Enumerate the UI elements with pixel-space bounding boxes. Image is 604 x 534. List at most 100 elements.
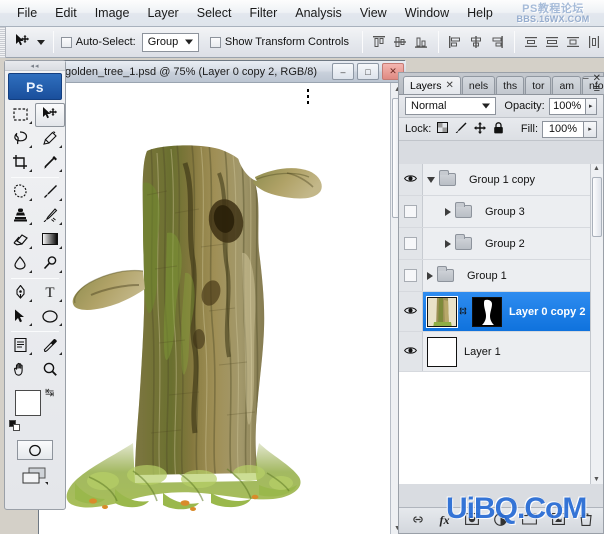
- link-mask-icon[interactable]: [459, 305, 467, 319]
- tool-blur[interactable]: [5, 252, 35, 276]
- scroll-down-arrow-icon[interactable]: ▼: [593, 476, 600, 483]
- menu-analysis[interactable]: Analysis: [286, 3, 351, 23]
- fill-value[interactable]: 100%: [542, 121, 584, 138]
- menu-filter[interactable]: Filter: [240, 3, 286, 23]
- align-left-edges-button[interactable]: [446, 33, 465, 52]
- group-expand-toggle[interactable]: [427, 177, 435, 183]
- tool-pen[interactable]: [5, 281, 35, 305]
- auto-select-dropdown[interactable]: Group: [142, 33, 199, 52]
- new-layer-button[interactable]: [552, 513, 565, 528]
- tool-horizontal-type[interactable]: T: [35, 281, 65, 305]
- layer-visibility-toggle[interactable]: [399, 332, 423, 371]
- opacity-value[interactable]: 100%: [549, 98, 586, 115]
- layer-visibility-toggle[interactable]: [399, 196, 423, 227]
- scroll-up-arrow-icon[interactable]: ▲: [593, 165, 600, 172]
- tool-dodge[interactable]: [35, 252, 65, 276]
- tab-channels[interactable]: nels: [462, 76, 495, 94]
- group-expand-toggle[interactable]: [445, 240, 451, 248]
- tool-crop[interactable]: [5, 151, 35, 175]
- close-icon[interactable]: ✕: [446, 80, 454, 91]
- align-right-edges-button[interactable]: [488, 33, 507, 52]
- tool-move[interactable]: [35, 103, 65, 127]
- new-group-button[interactable]: [522, 513, 537, 528]
- menu-file[interactable]: File: [8, 3, 46, 23]
- align-horizontal-centers-button[interactable]: [467, 33, 486, 52]
- tool-clone-stamp[interactable]: [5, 204, 35, 228]
- layer-row[interactable]: Group 2: [399, 228, 603, 260]
- group-expand-toggle[interactable]: [445, 208, 451, 216]
- lock-transparent-pixels-icon[interactable]: [437, 122, 448, 136]
- default-colors-icon[interactable]: [9, 420, 21, 432]
- menu-layer[interactable]: Layer: [138, 3, 187, 23]
- layer-list-scrollbar-thumb[interactable]: [592, 177, 602, 237]
- group-expand-toggle[interactable]: [427, 272, 433, 280]
- align-vertical-centers-button[interactable]: [391, 33, 410, 52]
- tab-layers[interactable]: Layers ✕: [403, 76, 461, 94]
- layer-visibility-toggle[interactable]: [399, 260, 423, 291]
- tool-notes[interactable]: [5, 334, 35, 358]
- tool-zoom[interactable]: [35, 358, 65, 382]
- layer-visibility-toggle[interactable]: [399, 292, 423, 331]
- maximize-button[interactable]: □: [357, 63, 379, 80]
- menu-view[interactable]: View: [351, 3, 396, 23]
- link-layers-button[interactable]: [411, 514, 425, 528]
- lock-all-icon[interactable]: [493, 122, 504, 137]
- layer-list-scrollbar[interactable]: ▲ ▼: [590, 164, 603, 484]
- current-tool-preview[interactable]: [6, 27, 36, 58]
- tab-paths[interactable]: ths: [496, 76, 524, 94]
- distribute-top-edges-button[interactable]: [522, 33, 541, 52]
- add-layer-mask-button[interactable]: [465, 513, 479, 528]
- show-transform-controls-checkbox[interactable]: [210, 37, 221, 48]
- auto-select-checkbox[interactable]: [61, 37, 72, 48]
- layer-row[interactable]: Group 3: [399, 196, 603, 228]
- document-canvas[interactable]: [39, 83, 392, 534]
- tool-ellipse-shape[interactable]: [35, 305, 65, 329]
- tab-histogram[interactable]: am: [552, 76, 581, 94]
- blend-mode-dropdown[interactable]: Normal: [405, 97, 496, 115]
- layer-visibility-toggle[interactable]: [399, 164, 423, 195]
- layer-mask-thumbnail[interactable]: [472, 297, 502, 327]
- tool-hand[interactable]: [5, 358, 35, 382]
- distribute-bottom-edges-button[interactable]: [564, 33, 583, 52]
- align-top-edges-button[interactable]: [370, 33, 389, 52]
- document-title-bar[interactable]: golden_tree_1.psd @ 75% (Layer 0 copy 2,…: [39, 61, 406, 83]
- tool-brush[interactable]: [35, 180, 65, 204]
- tool-eyedropper[interactable]: [35, 334, 65, 358]
- layer-row[interactable]: Group 1: [399, 260, 603, 292]
- distribute-left-edges-button[interactable]: [585, 33, 604, 52]
- layer-list[interactable]: Group 1 copy Group 3 Group 2: [399, 164, 603, 484]
- align-bottom-edges-button[interactable]: [412, 33, 431, 52]
- panel-minimize-button[interactable]: –: [583, 73, 589, 84]
- tool-rectangular-marquee[interactable]: [5, 103, 35, 127]
- toolbox-collapse-handle[interactable]: ◂◂: [5, 61, 65, 71]
- layer-visibility-toggle[interactable]: [399, 228, 423, 259]
- foreground-color-swatch[interactable]: [15, 390, 41, 416]
- tool-preset-dropdown[interactable]: [36, 40, 45, 45]
- opacity-slider-arrow[interactable]: ▸: [586, 98, 597, 115]
- quick-mask-mode-button[interactable]: [17, 440, 53, 460]
- panel-menu-button[interactable]: ≡: [594, 84, 600, 95]
- tab-history[interactable]: tor: [525, 76, 551, 94]
- tool-gradient[interactable]: [35, 228, 65, 252]
- tool-lasso[interactable]: [5, 127, 35, 151]
- layer-row[interactable]: Group 1 copy: [399, 164, 603, 196]
- tool-eraser[interactable]: [5, 228, 35, 252]
- menu-edit[interactable]: Edit: [46, 3, 86, 23]
- tool-path-selection[interactable]: [5, 305, 35, 329]
- menu-select[interactable]: Select: [188, 3, 241, 23]
- add-layer-style-button[interactable]: fx: [440, 513, 450, 528]
- screen-mode-button[interactable]: [15, 466, 55, 488]
- distribute-vertical-centers-button[interactable]: [543, 33, 562, 52]
- tool-quick-selection[interactable]: [35, 127, 65, 151]
- tool-history-brush[interactable]: [35, 204, 65, 228]
- tool-slice[interactable]: [35, 151, 65, 175]
- menu-help[interactable]: Help: [458, 3, 502, 23]
- new-fill-adjustment-layer-button[interactable]: [494, 513, 507, 529]
- layer-thumbnail[interactable]: [427, 337, 457, 367]
- fill-slider-arrow[interactable]: ▸: [584, 121, 597, 138]
- lock-image-pixels-icon[interactable]: [455, 122, 467, 136]
- layer-thumbnail[interactable]: [427, 297, 457, 327]
- layer-row[interactable]: Layer 1: [399, 332, 603, 372]
- menu-window[interactable]: Window: [396, 3, 458, 23]
- delete-layer-button[interactable]: [580, 513, 592, 529]
